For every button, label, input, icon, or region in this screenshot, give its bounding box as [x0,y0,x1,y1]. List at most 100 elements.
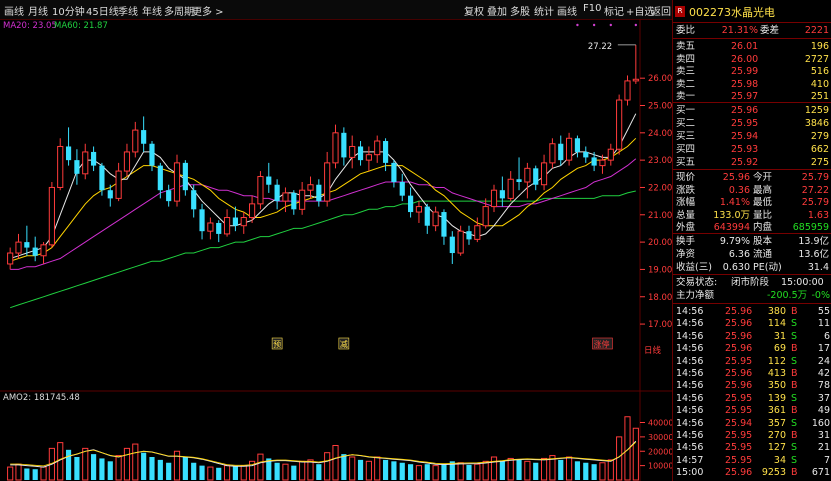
candle-body [207,222,214,232]
volume-bar [415,465,423,481]
price-axis-label: 25.00 [648,102,672,112]
toolbar-left-3[interactable]: 45日线 [86,3,119,18]
volume-bar [157,459,163,480]
toolbar-right-3[interactable]: 统计 [534,3,554,18]
ma60-line [10,190,636,309]
tick-row: 14:56 25.96 69 B 17 [673,342,831,355]
tick-volume: 270 [767,430,786,441]
volume-bar [191,462,197,480]
tick-time: 14:56 [676,355,704,367]
top-dot-marker [576,23,579,27]
volume-bar [408,464,414,480]
kline-chart[interactable]: 26.00 25.00 24.00 23.00 22.00 21.00 20.00 19.00… [0,19,672,481]
volume-bar [91,454,97,480]
toolbar-left-2[interactable]: 10分钟 [52,3,85,18]
candle [24,225,30,256]
toolbar-right-8[interactable]: 返回 [651,3,671,18]
webi-value: 21.31% [721,25,758,36]
candle-body [291,192,297,210]
tick-time: 14:56 [676,392,704,404]
candle [490,184,498,213]
stat-row: 涨幅 1.41% 最低 25.79 [673,196,831,209]
sell-level-label: 卖二 [676,78,696,90]
candle-body [549,143,556,164]
volume-bar [524,460,531,481]
toolbar-right-4[interactable]: 画线 [557,3,577,18]
volume-bar [566,456,573,481]
candle-body [449,236,455,254]
volume-bar [490,456,498,481]
candle-body [441,212,447,237]
toolbar-right-6[interactable]: 标记 [604,3,624,18]
candle [223,209,231,237]
tick-count: 6 [823,330,830,342]
toolbar-left-5[interactable]: 年线 [142,3,162,18]
candle [441,209,447,245]
tick-side: B [791,430,798,441]
candle [299,182,306,215]
volume-bar [341,454,347,480]
candle-body [540,162,548,186]
tick-time: 14:56 [676,343,704,355]
candle-body [223,217,231,235]
tick-price: 25.95 [725,442,753,454]
candle [7,247,14,270]
webi-row: 委比 21.31% 委差 2221 [673,24,831,37]
candle [558,135,564,166]
tick-side: B [791,368,798,379]
candle [166,184,172,207]
tick-row: 14:56 25.95 127 S 21 [673,441,831,454]
volume-bar [382,459,389,480]
volume-bar [199,465,205,480]
candle [616,94,623,155]
tick-price: 25.95 [725,430,753,441]
tick-volume: 361 [767,405,786,417]
stat-label: 涨幅 [676,197,696,208]
buy-level-label: 买二 [676,118,696,129]
event-marker-label: 减 [340,339,348,349]
candle-body [157,165,163,191]
candle-body [15,241,22,254]
toolbar-left-6[interactable]: 多周期 [164,3,194,18]
candle-body [391,162,397,182]
volume-bar [558,459,564,480]
stat-value: 25.79 [801,197,829,208]
price-axis-label: 21.00 [648,211,672,221]
volume-bar [574,461,581,480]
candle [533,165,539,191]
buy-volume: 3846 [804,118,829,129]
tick-row: 14:56 25.96 114 S 11 [673,317,831,330]
volume-bar [65,449,72,480]
main-flow-pct: -0% [811,290,831,301]
sell-row: 卖三 25.99 516 [673,65,831,78]
candle [332,124,339,169]
toolbar-right-0[interactable]: 复权 [464,3,484,18]
tick-time: 14:56 [676,330,704,342]
candle-body [457,230,464,254]
candle [91,146,97,172]
toolbar-right-2[interactable]: 多股 [510,3,530,18]
toolbar-left-0[interactable]: 画线 [4,3,24,18]
volume-bar [349,456,356,481]
volume-axis-label: 20000 [648,447,672,456]
candle [132,121,139,158]
volume-bar [223,465,231,481]
volume-bar [166,462,172,480]
candle [499,176,505,207]
candle-body [324,162,331,202]
candle [291,190,297,215]
tick-count: 55 [817,306,830,317]
toolbar-left-1[interactable]: 月线 [28,3,48,18]
toolbar-left-4[interactable]: 季线 [118,3,138,18]
toolbar-right-5[interactable]: F10 [583,3,601,14]
top-dot-marker [634,23,638,27]
tick-price: 25.95 [725,454,753,466]
candle-body [349,145,356,158]
stat-label: 最低 [753,197,773,208]
tick-volume: 34 [773,454,786,466]
toolbar-right-1[interactable]: 叠加 [487,3,507,18]
stat-row: 总量 133.0万 量比 1.63 [673,209,831,222]
stat-row: 现价 25.96 今开 25.79 [673,171,831,184]
tick-volume: 139 [767,392,786,404]
toolbar-left-7[interactable]: 更多 > [192,3,224,18]
